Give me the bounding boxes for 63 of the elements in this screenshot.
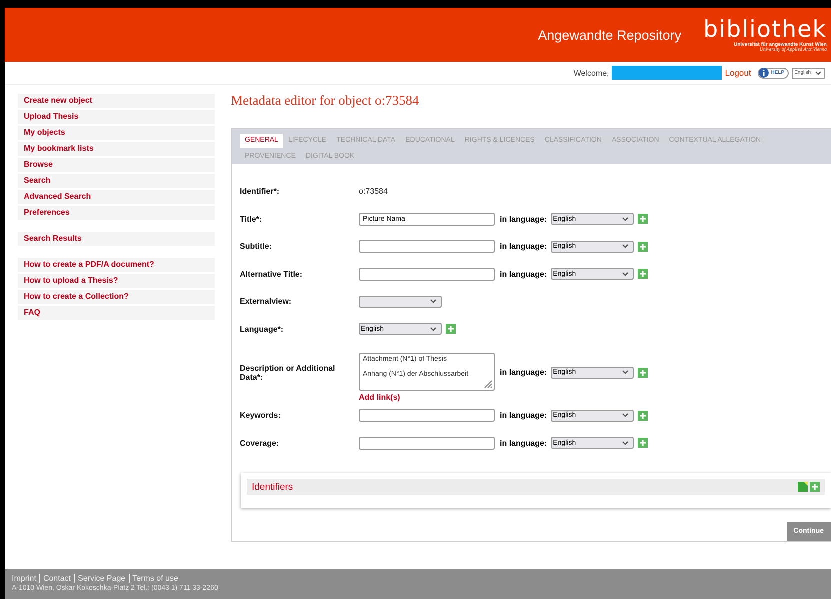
field-label: Keywords: (240, 411, 282, 420)
text-field[interactable] (359, 436, 495, 450)
sidebar-link[interactable]: How to create a Collection? (18, 290, 215, 304)
identifiers-header[interactable]: Identifiers (247, 479, 825, 495)
logo-text: bibliothek (703, 18, 827, 42)
field-label: Title*: (240, 214, 264, 224)
info-icon (759, 68, 770, 78)
field-label: Language*: (240, 324, 285, 334)
caret-icon (815, 70, 822, 76)
text-field[interactable] (359, 409, 495, 422)
add-icon[interactable] (638, 214, 648, 224)
text-field[interactable] (359, 240, 495, 254)
caret-icon (430, 326, 437, 332)
language-label: in language: (500, 368, 548, 377)
add-link[interactable]: Add link(s) (359, 393, 495, 402)
caret-icon (622, 413, 630, 418)
sidebar-link[interactable]: Advanced Search (18, 190, 215, 204)
sidebar-link[interactable]: Upload Thesis (18, 110, 215, 124)
add-icon[interactable] (638, 368, 648, 378)
caret-icon (622, 216, 630, 222)
section-title: Identifiers (252, 482, 294, 492)
sidebar-link[interactable]: Search (18, 174, 215, 188)
sidebar-link[interactable]: My bookmark lists (18, 142, 215, 156)
sidebar-link[interactable]: Browse (18, 158, 215, 172)
sidebar-link[interactable]: Search Results (18, 232, 215, 246)
text-field[interactable] (359, 268, 495, 281)
resize-grip-icon (483, 379, 493, 389)
add-icon[interactable] (638, 269, 648, 280)
add-icon[interactable] (638, 242, 648, 252)
language-label: in language: (500, 270, 548, 279)
sidebar-link[interactable]: Preferences (18, 206, 215, 220)
add-icon[interactable] (638, 410, 648, 421)
field-label: Identifier*: (240, 187, 281, 196)
caret-icon (622, 244, 630, 250)
caret-icon (430, 299, 437, 304)
footer-link[interactable]: Service Page (74, 574, 129, 583)
sidebar-link[interactable]: My objects (18, 126, 215, 140)
caret-icon (622, 272, 630, 277)
sidebar-link[interactable]: Create new object (18, 94, 215, 108)
note-icon[interactable] (798, 482, 808, 492)
caret-icon (622, 370, 630, 375)
language-label: in language: (500, 214, 548, 224)
caret-icon (622, 440, 630, 446)
field-label: Subtitle: (240, 242, 273, 252)
sidebar-link[interactable]: How to create a PDF/A document? (18, 258, 215, 272)
add-icon[interactable] (446, 324, 456, 334)
field-label: Alternative Title: (240, 270, 304, 279)
externalview-select[interactable] (359, 296, 442, 308)
sidebar-link[interactable]: FAQ (18, 306, 215, 320)
field-label: Description or Additional Data*: (240, 364, 336, 382)
sidebar-link[interactable]: How to upload a Thesis? (18, 274, 215, 288)
add-icon[interactable] (810, 482, 820, 492)
page-title: Metadata editor for object o:73584 (231, 93, 420, 109)
field-label: Externalview: (240, 297, 293, 306)
site-title: Angewandte Repository (538, 28, 682, 42)
logout-link[interactable]: Logout (725, 68, 752, 78)
language-label: in language: (500, 242, 548, 252)
welcome-text: Welcome, (574, 68, 610, 78)
add-icon[interactable] (638, 438, 648, 448)
language-label: in language: (500, 411, 548, 420)
identifier-value: o:73584 (359, 187, 388, 196)
field-label: Coverage: (240, 438, 280, 448)
language-label: in language: (500, 438, 548, 448)
